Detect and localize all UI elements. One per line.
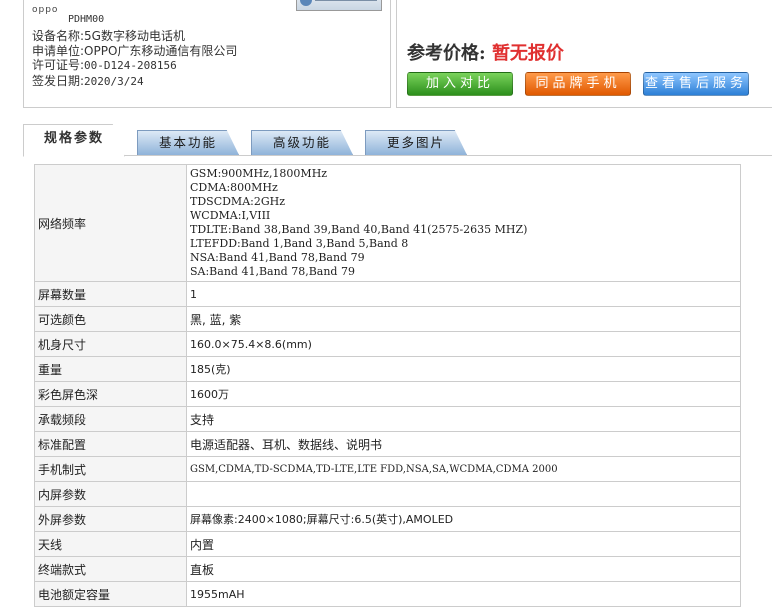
table-row: 手机制式 GSM,CDMA,TD-SCDMA,TD-LTE,LTE FDD,NSA… bbox=[34, 456, 741, 482]
after-sales-service-button[interactable]: 查看售后服务 bbox=[643, 72, 749, 96]
table-row: 外屏参数 屏幕像素:2400×1080;屏幕尺寸:6.5(英寸),AMOLED bbox=[34, 506, 741, 532]
info-line-device-name: 设备名称:5G数字移动电话机 bbox=[32, 29, 185, 43]
info-line-license: 许可证号:00-D124-208156 bbox=[32, 58, 177, 72]
table-row: 标准配置 电源适配器、耳机、数据线、说明书 bbox=[34, 431, 741, 457]
tab-more-images[interactable]: 更多图片 bbox=[365, 130, 467, 155]
brand-logo: oppo bbox=[32, 5, 59, 15]
table-row: 彩色屏色深 1600万 bbox=[34, 381, 741, 407]
certification-logo[interactable] bbox=[296, 0, 382, 11]
table-row: 屏幕数量 1 bbox=[34, 281, 741, 307]
device-info-panel: oppo PDHM00 设备名称:5G数字移动电话机 申请单位:OPPO广东移动… bbox=[23, 0, 391, 108]
tab-bar: 规格参数 基本功能 高级功能 更多图片 bbox=[23, 122, 772, 157]
device-info-list: 设备名称:5G数字移动电话机 申请单位:OPPO广东移动通信有限公司 许可证号:… bbox=[32, 29, 237, 89]
table-row: 电池额定容量 1955mAH bbox=[34, 581, 741, 607]
table-row: 重量 185(克) bbox=[34, 356, 741, 382]
price-label: 参考价格: bbox=[407, 43, 486, 64]
table-row: 可选颜色 黑, 蓝, 紫 bbox=[34, 306, 741, 332]
same-brand-phones-button[interactable]: 同品牌手机 bbox=[525, 72, 631, 96]
table-row: 机身尺寸 160.0×75.4×8.6(mm) bbox=[34, 331, 741, 357]
tab-basic-features[interactable]: 基本功能 bbox=[137, 130, 239, 155]
model-code: PDHM00 bbox=[68, 14, 105, 25]
spec-table: 网络频率 GSM:900MHz,1800MHz CDMA:800MHz TDSCD… bbox=[34, 164, 741, 607]
info-line-issue-date: 签发日期:2020/3/24 bbox=[32, 73, 144, 88]
seal-icon bbox=[300, 0, 312, 6]
table-row: 网络频率 GSM:900MHz,1800MHz CDMA:800MHz TDSCD… bbox=[34, 164, 741, 282]
table-row: 内屏参数 bbox=[34, 481, 741, 507]
table-row: 承载频段 支持 bbox=[34, 406, 741, 432]
tab-specs[interactable]: 规格参数 bbox=[23, 124, 125, 157]
add-to-compare-button[interactable]: 加入对比 bbox=[407, 72, 513, 96]
price-panel: 参考价格: 暂无报价 加入对比 同品牌手机 查看售后服务 bbox=[396, 0, 772, 108]
table-row: 终端款式 直板 bbox=[34, 556, 741, 582]
price-value: 暂无报价 bbox=[491, 43, 564, 64]
price-row: 参考价格: 暂无报价 bbox=[407, 39, 564, 65]
info-line-applicant: 申请单位:OPPO广东移动通信有限公司 bbox=[32, 43, 238, 58]
table-row: 天线 内置 bbox=[34, 531, 741, 557]
tab-advanced-features[interactable]: 高级功能 bbox=[251, 130, 353, 155]
